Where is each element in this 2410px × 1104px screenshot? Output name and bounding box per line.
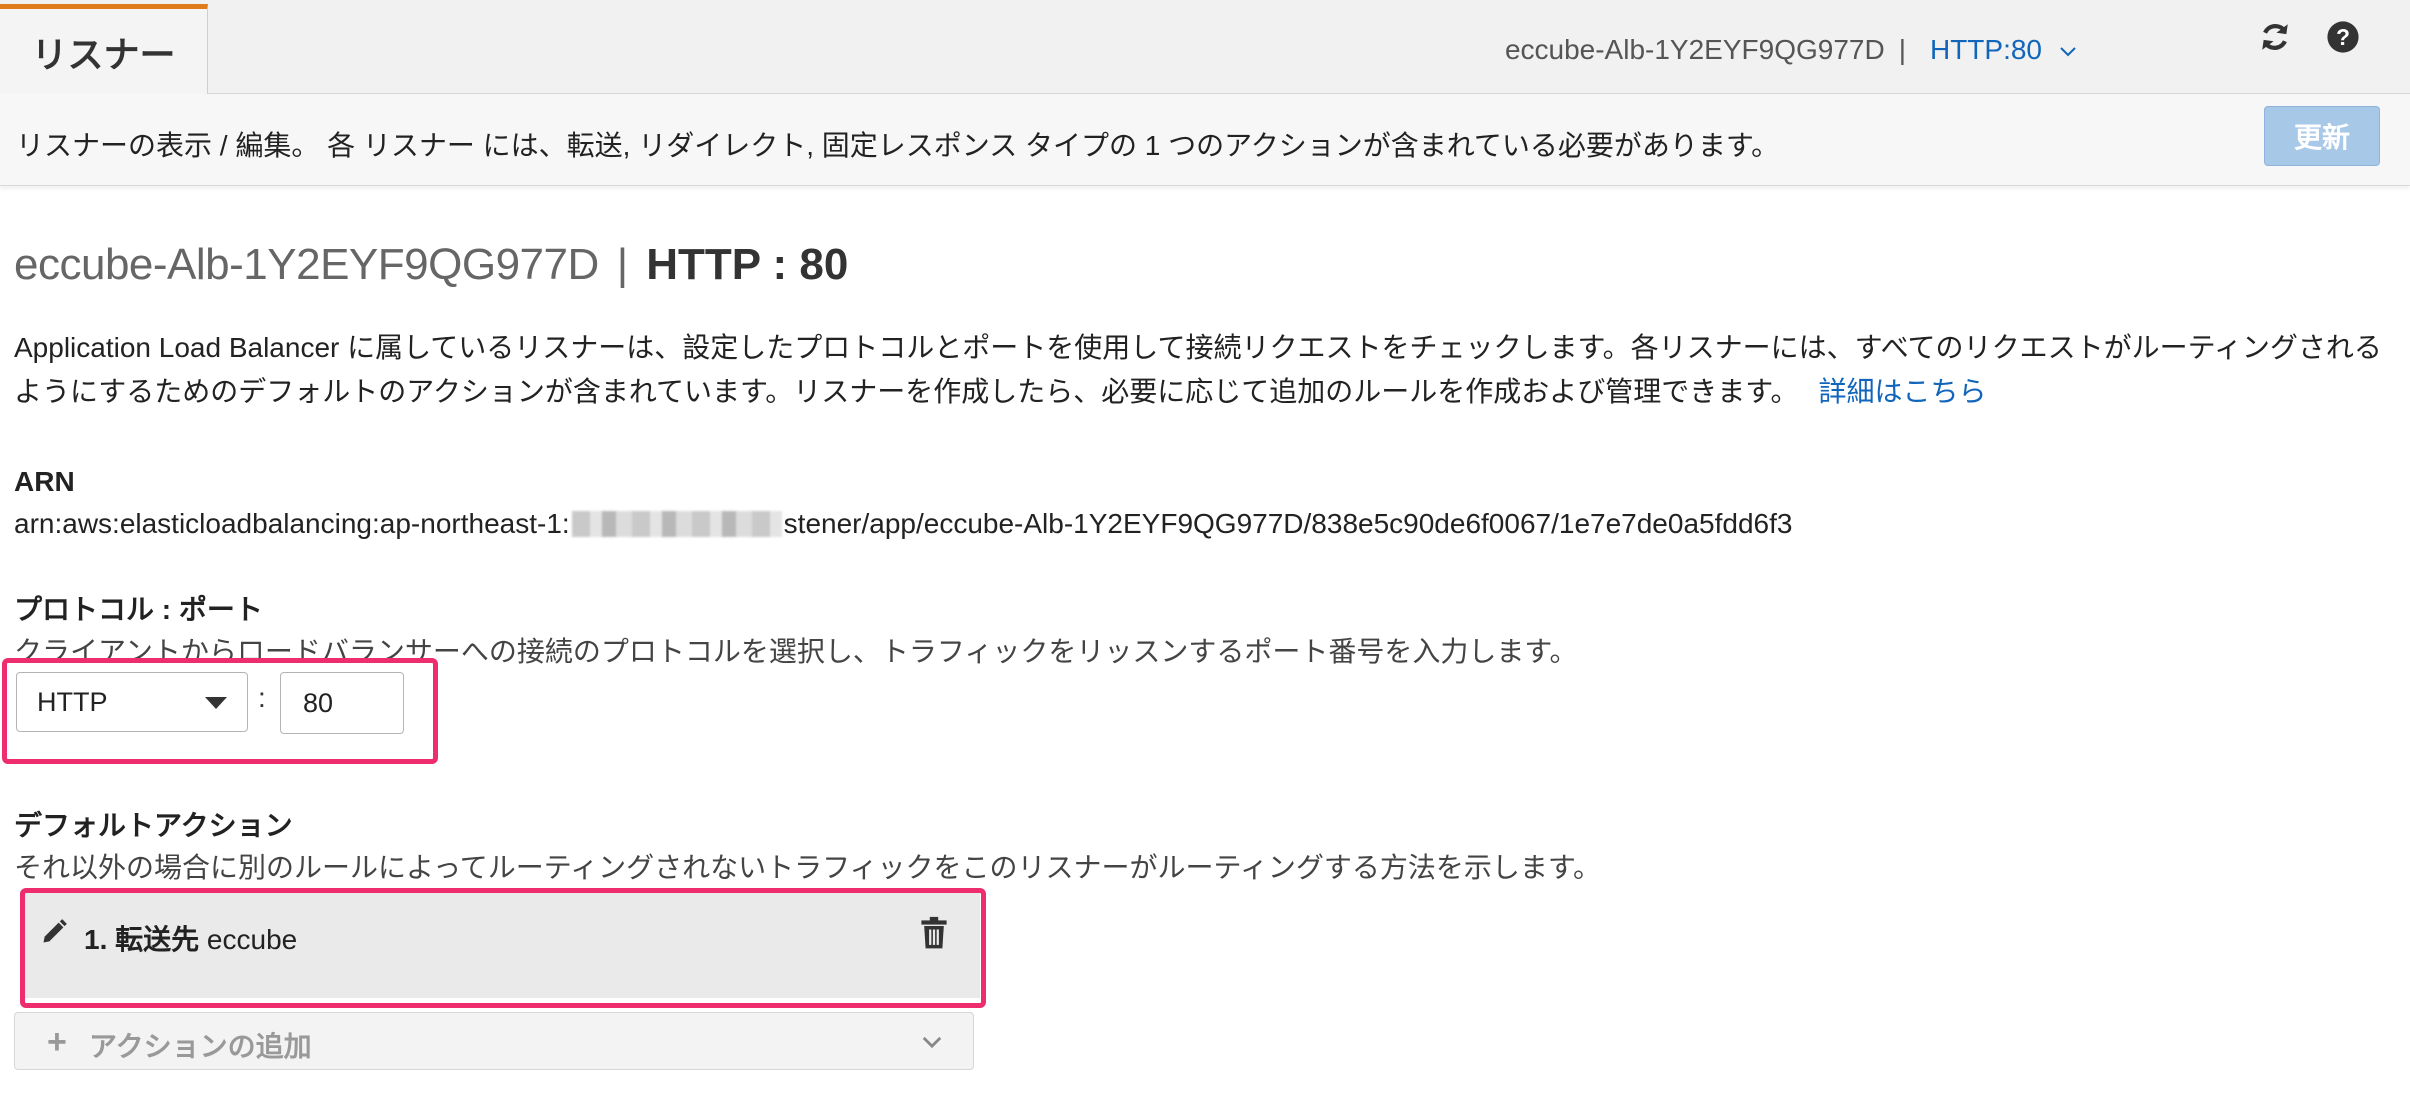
top-tab-bar: リスナー eccube-Alb-1Y2EYF9QG977D | HTTP:80 … [0, 0, 2410, 95]
title-load-balancer: eccube-Alb-1Y2EYF9QG977D [14, 240, 599, 289]
protocol-port-label: プロトコル : ポート [14, 594, 263, 625]
protocol-port-colon: : [258, 682, 266, 713]
redacted-account-id [571, 511, 782, 537]
tab-label: リスナー [31, 34, 176, 75]
learn-more-link[interactable]: 詳細はこちら [1818, 376, 1986, 407]
page-title: eccube-Alb-1Y2EYF9QG977D | HTTP : 80 [14, 240, 848, 290]
plus-icon: + [47, 1023, 67, 1061]
default-action-label: デフォルトアクション [14, 810, 293, 841]
add-action-button[interactable]: + アクションの追加 [14, 1012, 974, 1070]
update-button[interactable]: 更新 [2264, 106, 2380, 166]
info-message: リスナーの表示 / 編集。 各 リスナー には、転送, リダイレクト, 固定レス… [16, 130, 1780, 161]
breadcrumb: eccube-Alb-1Y2EYF9QG977D | HTTP:80 [1505, 28, 2076, 72]
caret-down-icon [205, 697, 227, 709]
refresh-icon[interactable] [2258, 20, 2292, 54]
arn-label: ARN [14, 466, 75, 497]
info-bar: リスナーの表示 / 編集。 各 リスナー には、転送, リダイレクト, 固定レス… [0, 94, 2410, 186]
chevron-down-icon[interactable] [2060, 37, 2076, 63]
listener-selector[interactable]: HTTP:80 [1930, 34, 2042, 66]
description: Application Load Balancer に属しているリスナーは、設定… [14, 326, 2384, 414]
protocol-select-value: HTTP [37, 686, 108, 717]
title-separator: | [616, 240, 629, 289]
tab-listeners[interactable]: リスナー [0, 4, 208, 95]
protocol-select[interactable]: HTTP [16, 672, 248, 732]
arn-prefix: arn:aws:elasticloadbalancing:ap-northeas… [14, 508, 570, 539]
breadcrumb-separator: | [1898, 34, 1906, 65]
default-action-help: それ以外の場合に別のルールによってルーティングされないトラフィックをこのリスナー… [14, 852, 1602, 883]
svg-text:?: ? [2336, 24, 2350, 50]
title-protocol-port: HTTP : 80 [646, 240, 849, 289]
chevron-down-icon[interactable] [921, 1031, 943, 1053]
breadcrumb-load-balancer: eccube-Alb-1Y2EYF9QG977D [1504, 34, 1885, 65]
highlight-default-action [20, 888, 986, 1008]
arn-suffix: stener/app/eccube-Alb-1Y2EYF9QG977D/838e… [783, 508, 1793, 539]
add-action-label: アクションの追加 [89, 1031, 312, 1062]
arn-value: arn:aws:elasticloadbalancing:ap-northeas… [14, 508, 1792, 540]
help-icon[interactable]: ? [2326, 20, 2360, 54]
description-text: Application Load Balancer に属しているリスナーは、設定… [14, 332, 2382, 407]
port-input[interactable] [280, 672, 404, 734]
